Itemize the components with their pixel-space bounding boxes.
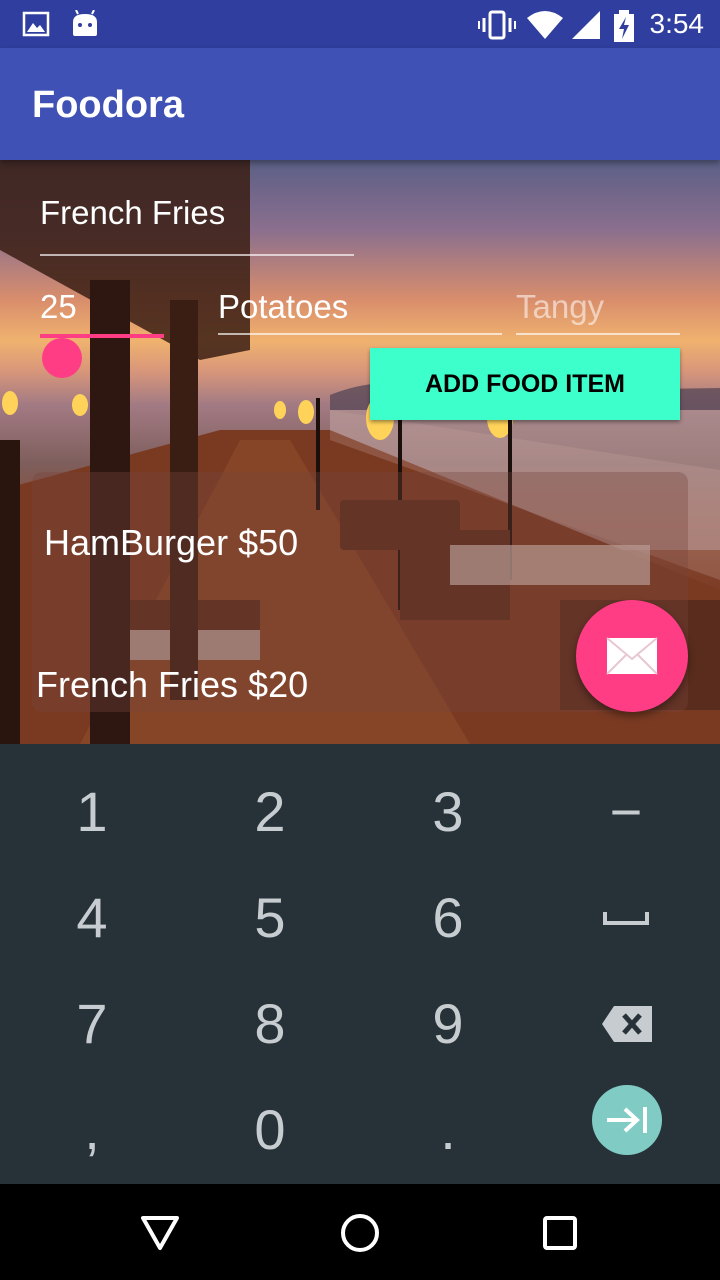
app-title: Foodora: [32, 84, 184, 126]
list-item[interactable]: HamBurger $50: [44, 522, 298, 564]
key-4[interactable]: 4: [22, 868, 162, 968]
email-fab-button[interactable]: [576, 600, 688, 712]
home-button[interactable]: [335, 1208, 385, 1258]
food-name-underline: [40, 254, 354, 256]
back-triangle-icon: [141, 1216, 179, 1250]
key-8[interactable]: 8: [200, 974, 340, 1074]
key-3[interactable]: 3: [378, 762, 518, 862]
key-1[interactable]: 1: [22, 762, 162, 862]
taste-input[interactable]: Tangy: [516, 288, 604, 326]
content-area: French Fries ADD FOOD ITEM 25 Potatoes T…: [0, 160, 720, 744]
key-minus[interactable]: −: [556, 762, 696, 862]
key-6[interactable]: 6: [378, 868, 518, 968]
taste-underline: [516, 333, 680, 335]
key-9[interactable]: 9: [378, 974, 518, 1074]
tab-next-icon: [607, 1107, 647, 1133]
recents-button[interactable]: [535, 1208, 585, 1258]
key-7[interactable]: 7: [22, 974, 162, 1074]
battery-charging-icon: [614, 10, 634, 42]
app-bar: Foodora: [0, 48, 720, 160]
recents-square-icon: [543, 1216, 577, 1250]
key-period[interactable]: .: [378, 1080, 518, 1180]
text-cursor-handle[interactable]: [42, 338, 82, 378]
status-time: 3:54: [649, 8, 705, 39]
price-input[interactable]: 25: [40, 288, 77, 326]
key-space[interactable]: [556, 868, 696, 968]
ingredient-input[interactable]: Potatoes: [218, 288, 348, 326]
navigation-bar: [0, 1184, 720, 1280]
home-circle-icon: [341, 1214, 379, 1252]
key-backspace[interactable]: [556, 974, 696, 1074]
numeric-keyboard: 1 2 3 − 4 5 6 7 8 9 , 0 .: [0, 744, 720, 1184]
key-5[interactable]: 5: [200, 868, 340, 968]
vibrate-icon: [478, 10, 516, 40]
status-bar: 3:54: [0, 0, 720, 48]
add-food-item-button[interactable]: ADD FOOD ITEM: [370, 348, 680, 420]
key-comma[interactable]: ,: [22, 1080, 162, 1180]
image-notification-icon: [22, 11, 50, 37]
space-bar-icon: [603, 912, 649, 925]
list-item[interactable]: French Fries $20: [36, 664, 308, 706]
cell-signal-icon: [572, 11, 600, 39]
key-2[interactable]: 2: [200, 762, 340, 862]
android-notification-icon: [73, 10, 97, 36]
envelope-icon: [606, 637, 658, 675]
wifi-icon: [527, 11, 563, 39]
food-name-input[interactable]: French Fries: [40, 194, 225, 232]
key-0[interactable]: 0: [200, 1080, 340, 1180]
back-button[interactable]: [135, 1208, 185, 1258]
key-next[interactable]: [592, 1085, 662, 1155]
backspace-icon: [602, 1006, 652, 1042]
ingredient-underline: [218, 333, 502, 335]
